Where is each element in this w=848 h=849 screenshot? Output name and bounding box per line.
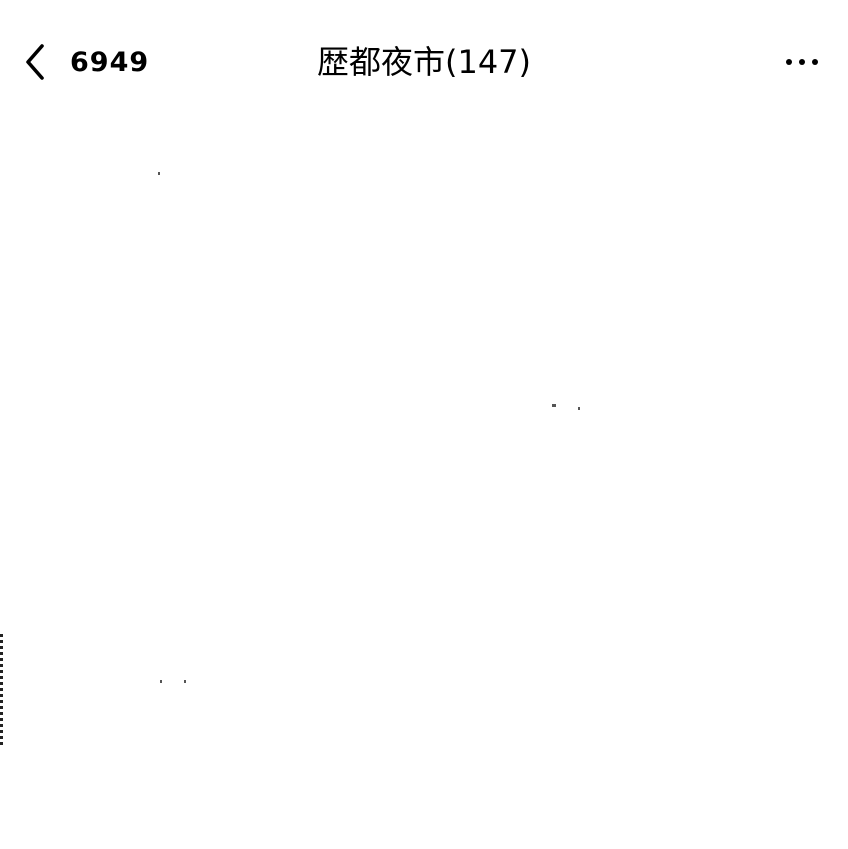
edge-artifact (0, 634, 3, 746)
navigation-bar: 6949 歴都夜市(147) (0, 0, 848, 124)
unread-count: 6949 (70, 46, 150, 78)
chat-message-area[interactable] (0, 124, 848, 849)
image-artifact (160, 680, 162, 683)
back-button[interactable]: 6949 (16, 38, 149, 86)
image-artifact (552, 404, 556, 407)
image-artifact (184, 680, 186, 683)
chevron-left-icon (16, 38, 50, 86)
more-options-button[interactable] (774, 38, 830, 86)
image-artifact (578, 407, 580, 410)
image-artifact (158, 172, 160, 175)
ellipsis-icon (786, 59, 818, 65)
